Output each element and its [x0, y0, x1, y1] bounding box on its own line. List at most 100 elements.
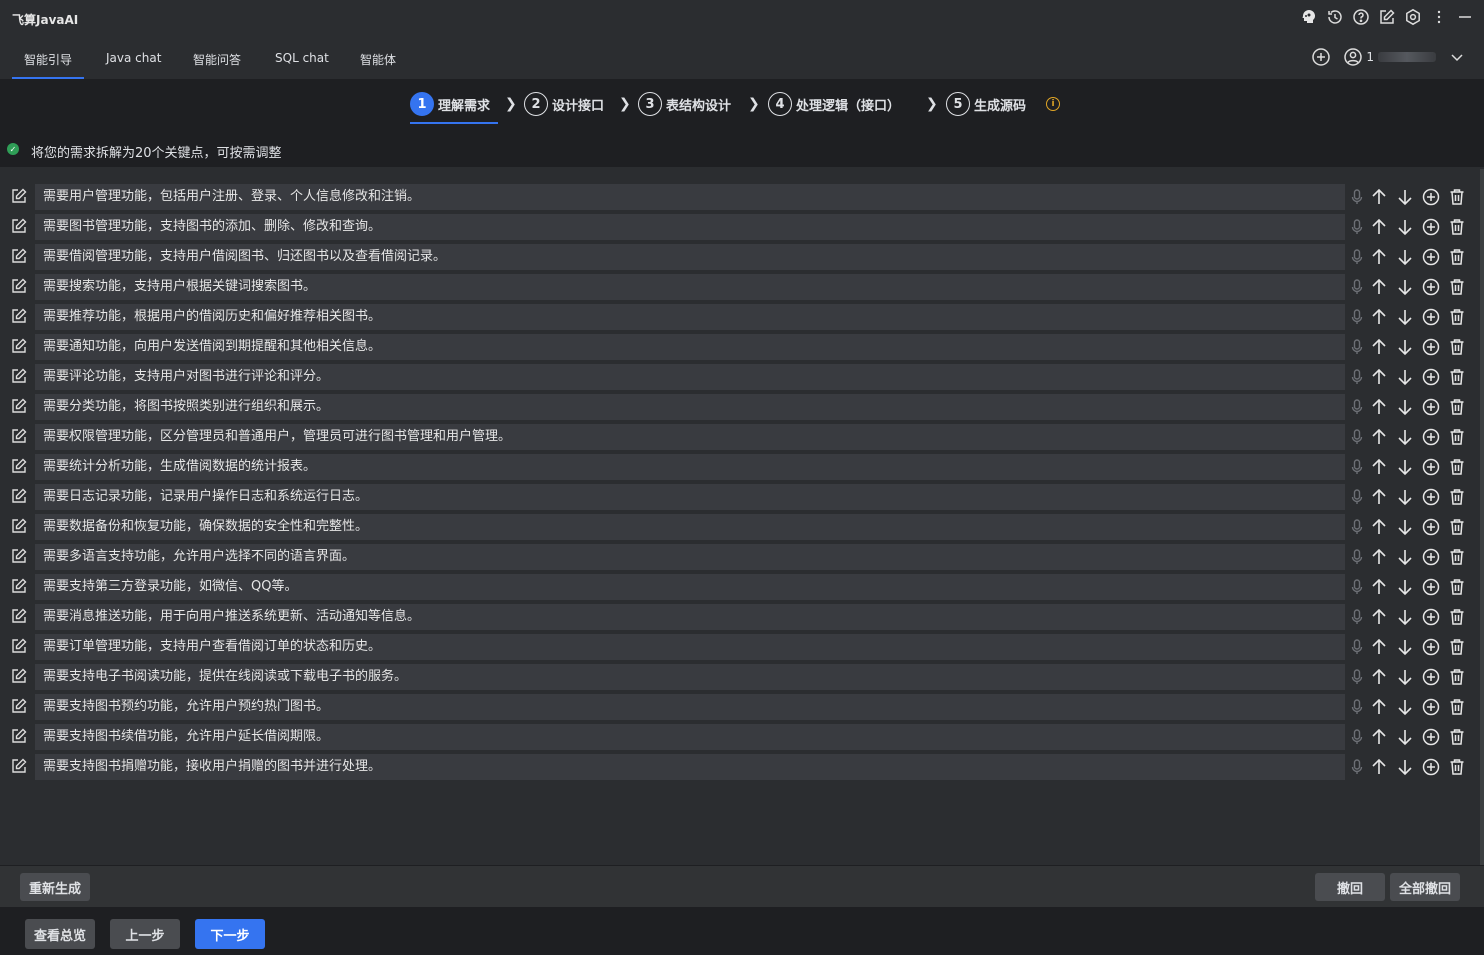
move-down-icon[interactable]	[1396, 488, 1414, 506]
move-up-icon[interactable]	[1370, 368, 1388, 386]
delete-icon[interactable]	[1448, 728, 1466, 746]
tab-sql-chat[interactable]: SQL chat	[275, 51, 329, 79]
delete-icon[interactable]	[1448, 518, 1466, 536]
move-down-icon[interactable]	[1396, 278, 1414, 296]
move-down-icon[interactable]	[1396, 548, 1414, 566]
more-icon[interactable]	[1430, 8, 1448, 26]
move-up-icon[interactable]	[1370, 518, 1388, 536]
edit-icon[interactable]	[10, 247, 28, 265]
tab-smart-qa[interactable]: 智能问答	[193, 51, 241, 79]
next-step-button[interactable]: 下一步	[195, 919, 265, 949]
scrollbar[interactable]	[1480, 169, 1484, 865]
move-up-icon[interactable]	[1370, 458, 1388, 476]
move-down-icon[interactable]	[1396, 668, 1414, 686]
microphone-icon[interactable]	[1350, 278, 1364, 296]
add-row-icon[interactable]	[1422, 758, 1440, 776]
edit-icon[interactable]	[10, 217, 28, 235]
add-row-icon[interactable]	[1422, 728, 1440, 746]
move-down-icon[interactable]	[1396, 608, 1414, 626]
microphone-icon[interactable]	[1350, 728, 1364, 746]
chevron-down-icon[interactable]	[1448, 48, 1466, 66]
add-row-icon[interactable]	[1422, 548, 1440, 566]
requirement-text[interactable]: 需要支持图书续借功能，允许用户延长借阅期限。	[35, 724, 1345, 750]
prev-step-button[interactable]: 上一步	[110, 919, 180, 949]
move-down-icon[interactable]	[1396, 758, 1414, 776]
add-circle-icon[interactable]	[1312, 48, 1331, 66]
move-up-icon[interactable]	[1370, 278, 1388, 296]
edit-icon[interactable]	[10, 307, 28, 325]
add-row-icon[interactable]	[1422, 338, 1440, 356]
delete-icon[interactable]	[1448, 428, 1466, 446]
delete-icon[interactable]	[1448, 218, 1466, 236]
delete-icon[interactable]	[1448, 548, 1466, 566]
move-down-icon[interactable]	[1396, 368, 1414, 386]
move-up-icon[interactable]	[1370, 608, 1388, 626]
move-down-icon[interactable]	[1396, 578, 1414, 596]
move-down-icon[interactable]	[1396, 518, 1414, 536]
requirement-text[interactable]: 需要日志记录功能，记录用户操作日志和系统运行日志。	[35, 484, 1345, 510]
help-icon[interactable]	[1352, 8, 1370, 26]
edit-icon[interactable]	[10, 337, 28, 355]
move-down-icon[interactable]	[1396, 308, 1414, 326]
delete-icon[interactable]	[1448, 278, 1466, 296]
requirement-text[interactable]: 需要数据备份和恢复功能，确保数据的安全性和完整性。	[35, 514, 1345, 540]
move-down-icon[interactable]	[1396, 338, 1414, 356]
edit-icon[interactable]	[10, 187, 28, 205]
edit-icon[interactable]	[10, 727, 28, 745]
requirement-text[interactable]: 需要图书管理功能，支持图书的添加、删除、修改和查询。	[35, 214, 1345, 240]
settings-icon[interactable]	[1404, 8, 1422, 26]
add-row-icon[interactable]	[1422, 218, 1440, 236]
add-row-icon[interactable]	[1422, 698, 1440, 716]
tab-java-chat[interactable]: Java chat	[106, 51, 161, 79]
microphone-icon[interactable]	[1350, 758, 1364, 776]
add-row-icon[interactable]	[1422, 578, 1440, 596]
minimize-icon[interactable]	[1456, 8, 1474, 26]
microphone-icon[interactable]	[1350, 428, 1364, 446]
add-row-icon[interactable]	[1422, 308, 1440, 326]
delete-icon[interactable]	[1448, 368, 1466, 386]
edit-icon[interactable]	[10, 637, 28, 655]
microphone-icon[interactable]	[1350, 308, 1364, 326]
move-up-icon[interactable]	[1370, 548, 1388, 566]
requirement-text[interactable]: 需要通知功能，向用户发送借阅到期提醒和其他相关信息。	[35, 334, 1345, 360]
move-up-icon[interactable]	[1370, 668, 1388, 686]
microphone-icon[interactable]	[1350, 338, 1364, 356]
edit-icon[interactable]	[10, 487, 28, 505]
microphone-icon[interactable]	[1350, 188, 1364, 206]
edit-icon[interactable]	[10, 547, 28, 565]
move-down-icon[interactable]	[1396, 248, 1414, 266]
add-row-icon[interactable]	[1422, 638, 1440, 656]
requirement-text[interactable]: 需要借阅管理功能，支持用户借阅图书、归还图书以及查看借阅记录。	[35, 244, 1345, 270]
step-1[interactable]: 1 理解需求	[410, 92, 490, 116]
requirement-text[interactable]: 需要推荐功能，根据用户的借阅历史和偏好推荐相关图书。	[35, 304, 1345, 330]
info-icon[interactable]: i	[1046, 97, 1060, 111]
microphone-icon[interactable]	[1350, 368, 1364, 386]
edit-icon[interactable]	[10, 427, 28, 445]
delete-icon[interactable]	[1448, 758, 1466, 776]
requirement-text[interactable]: 需要用户管理功能，包括用户注册、登录、个人信息修改和注销。	[35, 184, 1345, 210]
requirement-text[interactable]: 需要权限管理功能，区分管理员和普通用户，管理员可进行图书管理和用户管理。	[35, 424, 1345, 450]
requirement-text[interactable]: 需要分类功能，将图书按照类别进行组织和展示。	[35, 394, 1345, 420]
add-row-icon[interactable]	[1422, 458, 1440, 476]
add-row-icon[interactable]	[1422, 518, 1440, 536]
step-2[interactable]: 2 设计接口	[524, 92, 604, 116]
delete-icon[interactable]	[1448, 248, 1466, 266]
requirement-text[interactable]: 需要多语言支持功能，允许用户选择不同的语言界面。	[35, 544, 1345, 570]
tab-agent[interactable]: 智能体	[360, 51, 396, 79]
undo-button[interactable]: 撤回	[1315, 873, 1385, 901]
move-up-icon[interactable]	[1370, 338, 1388, 356]
microphone-icon[interactable]	[1350, 578, 1364, 596]
step-3[interactable]: 3 表结构设计	[638, 92, 731, 116]
microphone-icon[interactable]	[1350, 668, 1364, 686]
delete-icon[interactable]	[1448, 188, 1466, 206]
microphone-icon[interactable]	[1350, 458, 1364, 476]
requirement-text[interactable]: 需要支持图书捐赠功能，接收用户捐赠的图书并进行处理。	[35, 754, 1345, 780]
edit-icon[interactable]	[10, 367, 28, 385]
requirement-text[interactable]: 需要消息推送功能，用于向用户推送系统更新、活动通知等信息。	[35, 604, 1345, 630]
move-up-icon[interactable]	[1370, 728, 1388, 746]
move-up-icon[interactable]	[1370, 308, 1388, 326]
microphone-icon[interactable]	[1350, 548, 1364, 566]
edit-icon[interactable]	[10, 397, 28, 415]
add-row-icon[interactable]	[1422, 608, 1440, 626]
requirement-text[interactable]: 需要支持电子书阅读功能，提供在线阅读或下载电子书的服务。	[35, 664, 1345, 690]
